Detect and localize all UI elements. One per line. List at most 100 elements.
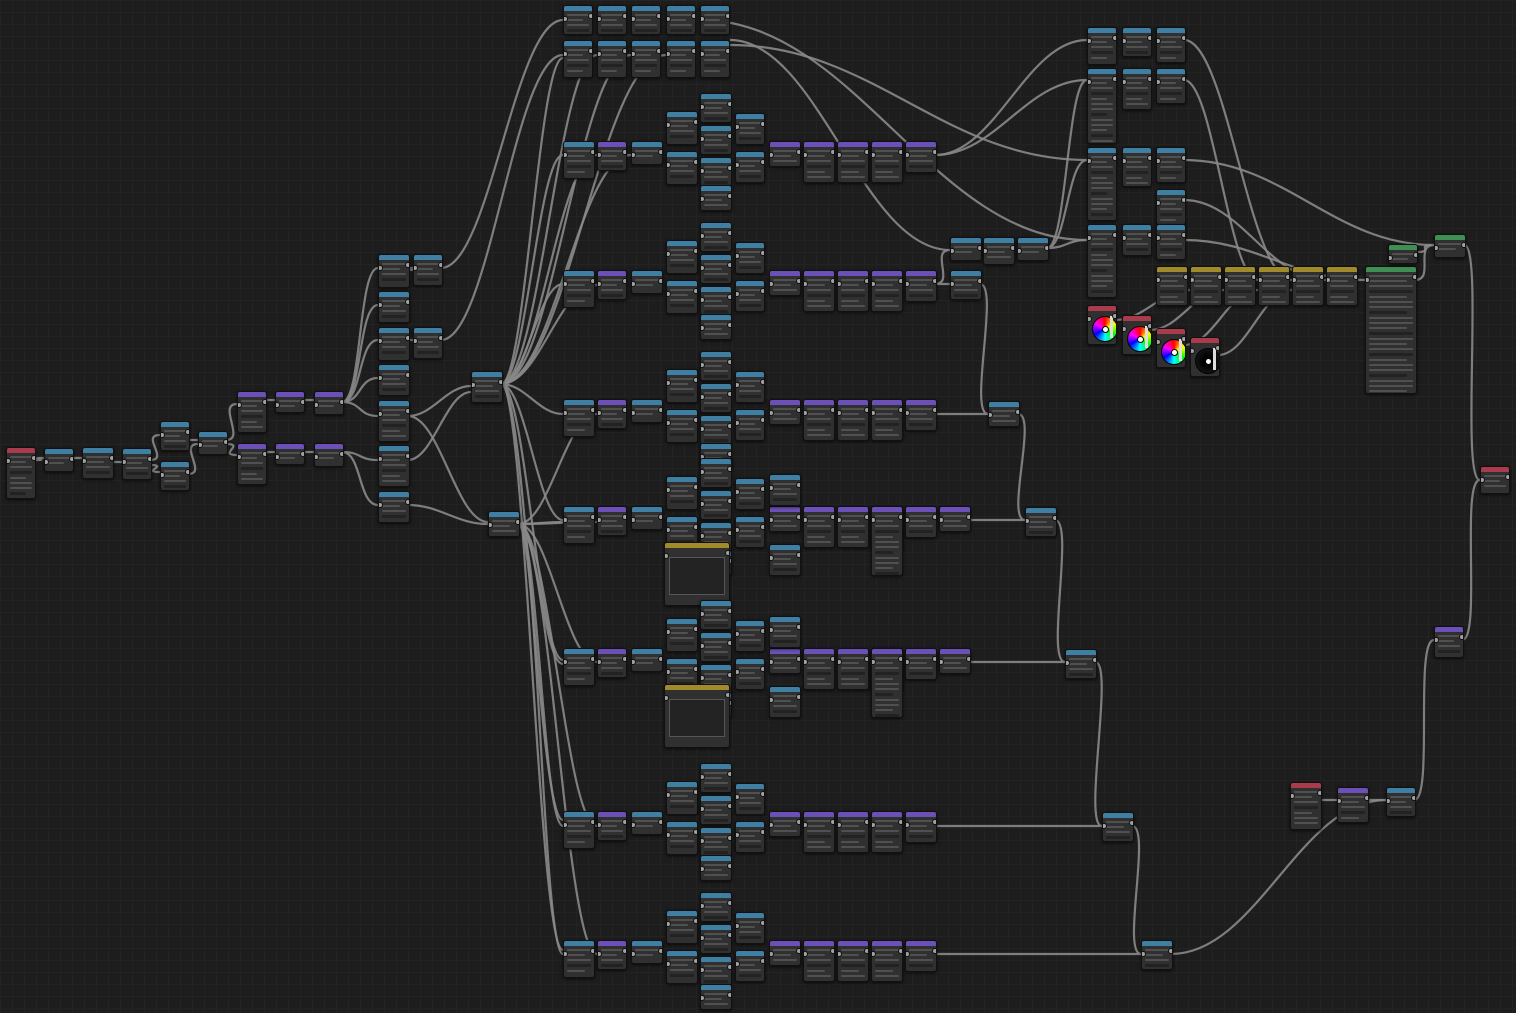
output-socket[interactable] — [691, 13, 695, 19]
math-node[interactable] — [803, 506, 835, 548]
output-socket[interactable] — [864, 149, 868, 155]
node-socket-row[interactable] — [1228, 290, 1252, 293]
conv-node[interactable] — [1386, 787, 1416, 817]
math-node[interactable] — [905, 141, 937, 173]
conv-node[interactable] — [769, 544, 801, 576]
math-node[interactable] — [837, 811, 869, 853]
input-socket[interactable] — [667, 380, 671, 386]
conv-node[interactable] — [631, 506, 663, 530]
node-link[interactable] — [440, 18, 564, 270]
node-header[interactable] — [701, 523, 731, 528]
node-header[interactable] — [736, 372, 764, 377]
node-socket-row[interactable] — [1438, 650, 1460, 653]
output-socket[interactable] — [438, 335, 442, 341]
node-header[interactable] — [736, 913, 764, 918]
node-socket-row[interactable] — [382, 315, 406, 318]
input-socket[interactable] — [564, 822, 568, 828]
output-socket[interactable] — [658, 407, 662, 413]
node-socket-row[interactable] — [1069, 673, 1093, 676]
conv-node[interactable] — [950, 270, 982, 300]
output-socket[interactable] — [1319, 274, 1323, 280]
node-socket-row[interactable] — [739, 433, 761, 436]
conv-node[interactable] — [1017, 237, 1049, 261]
input-socket[interactable] — [667, 669, 671, 675]
group-node[interactable] — [1224, 266, 1256, 306]
node-socket-row[interactable] — [1145, 964, 1169, 967]
node-header[interactable] — [123, 449, 151, 454]
node-socket-row[interactable] — [601, 165, 623, 168]
node-header[interactable] — [1389, 245, 1417, 250]
input-socket[interactable] — [770, 410, 774, 416]
output-socket[interactable] — [830, 819, 834, 825]
node-link[interactable] — [341, 266, 379, 404]
input-socket[interactable] — [736, 489, 740, 495]
output-socket[interactable] — [658, 278, 662, 284]
input-socket[interactable] — [632, 281, 636, 287]
input-socket[interactable] — [838, 152, 842, 158]
output-socket[interactable] — [727, 530, 731, 536]
node-header[interactable] — [736, 410, 764, 415]
output-socket[interactable] — [1181, 336, 1185, 342]
node-socket-row[interactable] — [670, 934, 694, 937]
output-socket[interactable] — [405, 499, 409, 505]
node-socket-row[interactable] — [670, 642, 694, 645]
conv-node[interactable] — [1141, 940, 1173, 970]
output-socket[interactable] — [691, 48, 695, 54]
node-socket-row[interactable] — [1369, 353, 1413, 356]
output-socket[interactable] — [1251, 274, 1255, 280]
value-slider[interactable] — [1179, 339, 1182, 361]
conv-node[interactable] — [378, 400, 410, 442]
node-socket-row[interactable] — [875, 551, 893, 554]
output-socket[interactable] — [405, 372, 409, 378]
node-header[interactable] — [872, 400, 902, 405]
node-header[interactable] — [1259, 267, 1289, 272]
output-socket[interactable] — [796, 278, 800, 284]
conv-node[interactable] — [631, 940, 663, 964]
node-socket-row[interactable] — [739, 644, 761, 647]
output-socket[interactable] — [796, 552, 800, 558]
output-socket[interactable] — [405, 408, 409, 414]
input-socket[interactable] — [83, 458, 87, 464]
output-socket[interactable] — [590, 656, 594, 662]
input-socket[interactable] — [161, 432, 165, 438]
node-socket-row[interactable] — [635, 29, 657, 32]
output-socket[interactable] — [405, 335, 409, 341]
input-socket[interactable] — [598, 822, 602, 828]
node-socket-row[interactable] — [704, 439, 728, 442]
group-node[interactable] — [1190, 266, 1222, 306]
node-link[interactable] — [1054, 518, 1066, 664]
node-socket-row[interactable] — [164, 485, 186, 488]
node-header[interactable] — [632, 812, 662, 817]
node-header[interactable] — [598, 812, 626, 817]
output-socket[interactable] — [898, 149, 902, 155]
input-socket[interactable] — [1435, 637, 1439, 643]
input-socket[interactable] — [838, 517, 842, 523]
node-header[interactable] — [632, 649, 662, 654]
node-socket-row[interactable] — [704, 514, 728, 517]
input-socket[interactable] — [564, 951, 568, 957]
node-socket-row[interactable] — [670, 29, 692, 32]
node-header[interactable] — [667, 659, 697, 664]
output-socket[interactable] — [1217, 274, 1221, 280]
node-header[interactable] — [701, 416, 731, 421]
conv-node[interactable] — [378, 491, 410, 523]
conv-node[interactable] — [563, 5, 593, 35]
group-node[interactable] — [1292, 266, 1324, 306]
output-socket[interactable] — [727, 133, 731, 139]
input-socket[interactable] — [315, 454, 319, 460]
input-socket[interactable] — [1088, 38, 1092, 44]
node-header[interactable] — [701, 957, 731, 962]
input-socket[interactable] — [1389, 255, 1393, 261]
output-socket[interactable] — [796, 514, 800, 520]
conv-node[interactable] — [735, 658, 765, 690]
conv-node[interactable] — [700, 795, 732, 825]
input-socket[interactable] — [770, 697, 774, 703]
color-wheel-icon[interactable] — [1127, 326, 1151, 352]
node-header[interactable] — [1088, 69, 1116, 74]
conv-node[interactable] — [666, 280, 698, 314]
node-link[interactable] — [500, 282, 564, 386]
conv-node[interactable] — [1122, 68, 1152, 110]
math-node[interactable] — [939, 506, 971, 532]
node-socket-row[interactable] — [382, 351, 406, 354]
output-socket[interactable] — [622, 514, 626, 520]
